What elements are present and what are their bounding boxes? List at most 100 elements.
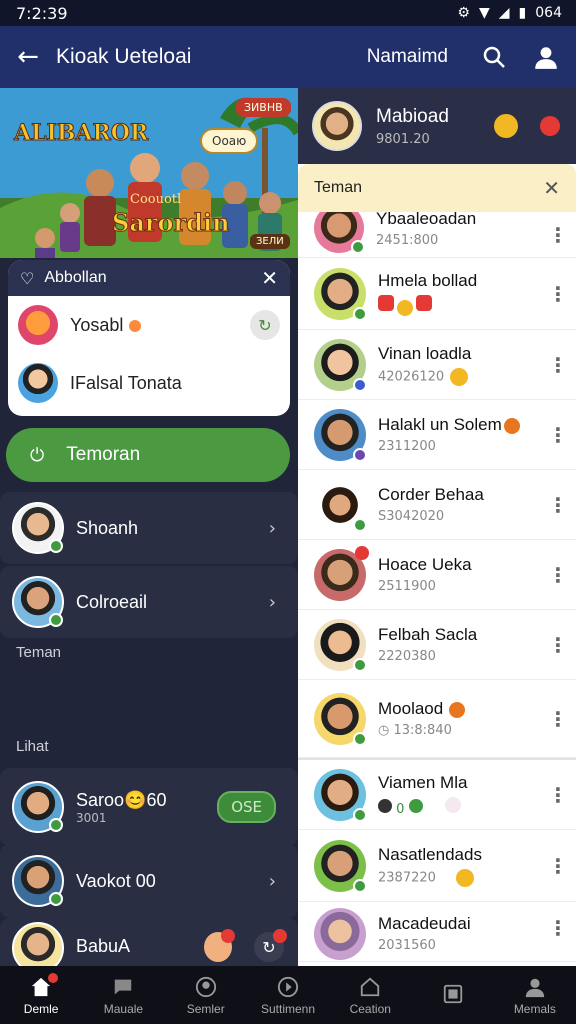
friend-name: Halakl un Solem [378, 415, 540, 435]
more-icon[interactable]: ⋮ [540, 633, 576, 657]
more-icon[interactable]: ⋮ [540, 916, 576, 940]
banner-tag: ЗИВНВ [236, 98, 291, 117]
banner-title-2: Sarordin [112, 208, 231, 238]
nav-members[interactable]: Memals [494, 966, 576, 1024]
friend-item[interactable]: Hoace Ueka 2511900 ⋮ [298, 540, 576, 610]
friend-item[interactable]: Felbah Sacla 2220380 ⋮ [298, 610, 576, 680]
online-badge [49, 818, 63, 832]
avatar [314, 618, 367, 672]
friend-info: Vinan loadla 42026120 [378, 344, 540, 386]
left-list-item[interactable]: Saroo😊60 3001 OSE [0, 768, 298, 846]
friend-item[interactable]: Nasatlendads 2387220 ⋮ [298, 830, 576, 902]
avatar [314, 267, 367, 321]
left-list-item[interactable]: Vaokot 00 › [0, 844, 298, 918]
left-list-name: Saroo😊60 [76, 789, 167, 810]
profile-button[interactable] [520, 31, 572, 83]
more-icon[interactable]: ⋮ [540, 783, 576, 807]
alert-icon[interactable] [540, 116, 560, 136]
avatar [314, 408, 367, 462]
popup-row[interactable]: Yosabl ↻ [8, 296, 290, 354]
refresh-icon[interactable]: ↻ [254, 929, 287, 962]
power-icon: ⏻ [30, 444, 45, 466]
nav-play[interactable]: Suttimenn [247, 966, 329, 1024]
close-icon[interactable]: ✕ [543, 176, 560, 201]
left-row[interactable]: Shoanh › [0, 492, 298, 564]
status-pill[interactable]: OSE [217, 791, 276, 823]
more-icon[interactable]: ⋮ [540, 707, 576, 731]
left-list-sub: 3001 [76, 810, 107, 825]
friend-info: Halakl un Solem 2311200 [378, 415, 540, 454]
person-icon [525, 978, 544, 997]
nav-label: Ceation [349, 1001, 391, 1016]
more-icon[interactable]: ⋮ [540, 854, 576, 878]
friend-name: Moolaod [378, 699, 540, 719]
avatar [12, 855, 64, 907]
more-icon[interactable]: ⋮ [540, 353, 576, 377]
more-icon[interactable]: ⋮ [540, 563, 576, 587]
friend-info: Macadeudai 2031560 [378, 914, 540, 953]
more-icon[interactable]: ⋮ [540, 223, 576, 247]
current-user-name: Mabioad [376, 105, 449, 127]
nav-home[interactable]: Demle [0, 966, 82, 1024]
friend-item[interactable]: Hmela bollad ⋮ [298, 258, 576, 330]
refresh-icon[interactable]: ↻ [250, 310, 280, 340]
left-list-item[interactable]: BabuA ↻ [0, 918, 298, 966]
friend-item[interactable]: Moolaod ◷ 13:8:840 ⋮ [298, 680, 576, 758]
face-icon [204, 929, 235, 962]
banner-tag-bottom: ЗЕЛИ [250, 234, 290, 249]
close-icon[interactable]: ✕ [261, 266, 278, 290]
start-button[interactable]: ⏻ Temoran [6, 428, 290, 482]
popup-row[interactable]: IFalsal Tonata [8, 354, 290, 412]
page-title: Kioak Ueteloai [56, 45, 192, 68]
friend-name: Corder Behaa [378, 485, 484, 504]
avatar [314, 908, 366, 960]
friend-sub: 2220380 [378, 649, 436, 664]
avatar [312, 101, 362, 151]
online-badge [49, 892, 63, 906]
friend-name: Ybaaleoadan [376, 212, 477, 228]
popup-card: ♡ Abbollan ✕ Yosabl ↻ IFalsal Tonata [8, 260, 290, 416]
house-outline-icon [361, 977, 380, 996]
left-panel: ALIBAROR Coouotl Sarordin ЗИВНВ Ооаю ЗЕЛ… [0, 88, 298, 966]
back-button[interactable]: ← [0, 42, 56, 72]
nav-chat[interactable]: Mauale [82, 966, 164, 1024]
popup-row-name: IFalsal Tonata [70, 372, 182, 393]
avatar [314, 478, 367, 532]
friend-info: Nasatlendads 2387220 [378, 845, 540, 887]
nav-label: Semler [186, 1001, 225, 1016]
friends-tab-label: Teman [314, 179, 363, 196]
avatar [314, 338, 367, 392]
more-icon[interactable]: ⋮ [540, 423, 576, 447]
avatar [314, 692, 367, 746]
game-banner[interactable]: ALIBAROR Coouotl Sarordin ЗИВНВ Ооаю ЗЕЛ… [0, 88, 298, 258]
notification-badge [221, 929, 235, 943]
current-user-info: Mabioad 9801.20 [376, 106, 488, 147]
friend-item[interactable]: Ybaaleoadan 2451:800 ⋮ [298, 212, 576, 258]
nav-gallery[interactable] [411, 966, 493, 1024]
friend-name: Hoace Ueka [378, 555, 472, 574]
friend-info: Viamen Mla 0 [378, 773, 540, 817]
app-bar: ← Kioak Ueteloai Namaimd [0, 26, 576, 88]
friend-sub: 2311200 [378, 439, 436, 454]
online-badge [49, 539, 63, 553]
search-button[interactable] [468, 31, 520, 83]
friend-item[interactable]: Vinan loadla 42026120 ⋮ [298, 330, 576, 400]
more-icon[interactable]: ⋮ [540, 282, 576, 306]
nav-create[interactable]: Ceation [329, 966, 411, 1024]
friend-sub: 42026120 [378, 367, 540, 386]
current-user-row[interactable]: Mabioad 9801.20 [298, 88, 576, 164]
wifi-icon: ▼ [478, 5, 490, 21]
left-row[interactable]: Colroeail › [0, 566, 298, 638]
online-badge [353, 878, 367, 893]
friend-sub: 2387220 [378, 868, 540, 887]
heart-icon: ♡ [20, 268, 35, 288]
friend-item[interactable]: Macadeudai 2031560 ⋮ [298, 902, 576, 962]
more-icon[interactable]: ⋮ [540, 493, 576, 517]
online-badge [49, 613, 63, 627]
friend-item[interactable]: Halakl un Solem 2311200 ⋮ [298, 400, 576, 470]
friend-item[interactable]: Viamen Mla 0 ⋮ [298, 758, 576, 830]
nav-profile[interactable]: Semler [165, 966, 247, 1024]
user-name[interactable]: Namaimd [367, 46, 448, 68]
profile-icon [195, 976, 216, 997]
friend-item[interactable]: Corder Behaa S3042020 ⋮ [298, 470, 576, 540]
